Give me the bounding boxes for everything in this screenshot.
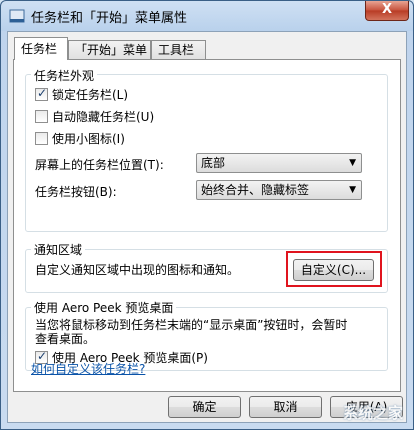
lock-taskbar-row[interactable]: 锁定任务栏(L)	[35, 86, 128, 103]
buttons-label: 任务栏按钮(B):	[35, 185, 117, 199]
notification-desc: 自定义通知区域中出现的图标和通知。	[35, 263, 240, 277]
close-button[interactable]: X	[365, 1, 409, 21]
location-label: 屏幕上的任务栏位置(T):	[35, 158, 164, 172]
watermark-logo: 系统之家	[342, 404, 403, 422]
lock-taskbar-checkbox[interactable]	[35, 86, 48, 101]
appearance-legend: 任务栏外观	[31, 67, 98, 84]
cancel-button[interactable]: 取消	[249, 396, 322, 418]
taskbar-panel: 任务栏外观 锁定任务栏(L) 自动隐藏任务栏(U) 使用小图标(I) 屏幕上的任…	[13, 59, 401, 392]
autohide-label: 自动隐藏任务栏(U)	[52, 110, 155, 124]
aero-legend: 使用 Aero Peek 预览桌面	[31, 299, 177, 316]
help-link[interactable]: 如何自定义该任务栏?	[31, 360, 145, 377]
buttons-value: 始终合并、隐藏标签	[201, 183, 310, 197]
cancel-label: 取消	[273, 400, 298, 414]
tab-toolbars[interactable]: 工具栏	[151, 40, 206, 59]
ok-button[interactable]: 确定	[168, 396, 241, 418]
buttons-select[interactable]: 始终合并、隐藏标签 ▼	[196, 180, 362, 200]
autohide-checkbox[interactable]	[35, 110, 48, 123]
dialog-client: 任务栏 「开始」菜单 工具栏 任务栏外观 锁定任务栏(L) 自动隐藏任务栏(U)…	[7, 31, 407, 423]
window-title: 任务栏和「开始」菜单属性	[31, 11, 188, 26]
location-select[interactable]: 底部 ▼	[196, 153, 362, 173]
tab-toolbars-label: 工具栏	[158, 43, 195, 57]
close-icon: X	[381, 2, 393, 17]
location-value: 底部	[201, 156, 226, 170]
aero-desc-line2: 查看桌面。	[35, 332, 96, 346]
properties-window: 任务栏和「开始」菜单属性 X 任务栏 「开始」菜单 工具栏 任务栏外观 锁定任务…	[0, 0, 414, 430]
highlight-box	[286, 251, 382, 287]
small-icons-row[interactable]: 使用小图标(I)	[35, 130, 125, 147]
tab-start-menu-label: 「开始」菜单	[75, 43, 148, 57]
chevron-down-icon: ▼	[349, 158, 356, 168]
tab-start-menu[interactable]: 「开始」菜单	[68, 40, 151, 59]
tab-taskbar-label: 任务栏	[21, 42, 58, 56]
title-bar: 任务栏和「开始」菜单属性 X	[1, 1, 414, 31]
autohide-row[interactable]: 自动隐藏任务栏(U)	[35, 108, 154, 125]
chevron-down-icon: ▼	[349, 185, 356, 195]
notification-legend: 通知区域	[31, 241, 86, 258]
lock-taskbar-label: 锁定任务栏(L)	[52, 88, 129, 102]
tab-taskbar[interactable]: 任务栏	[14, 37, 68, 60]
small-icons-label: 使用小图标(I)	[52, 132, 125, 146]
small-icons-checkbox[interactable]	[35, 132, 48, 145]
ok-label: 确定	[192, 400, 217, 414]
taskbar-icon	[9, 9, 25, 23]
